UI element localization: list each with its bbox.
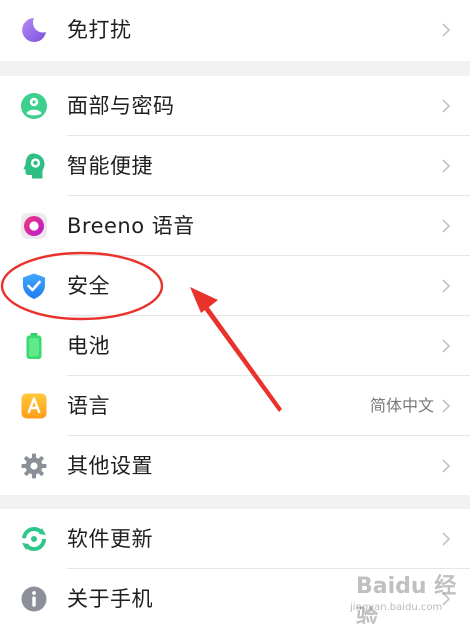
settings-item-smart-convenient[interactable]: 智能便捷 [0,136,470,196]
settings-item-security[interactable]: 安全 [0,256,470,316]
settings-group-top: 免打扰 [0,0,470,61]
chevron-right-icon [442,99,451,113]
settings-item-label: 电池 [67,334,110,358]
chevron-right-icon [442,459,451,473]
chevron-right-icon [442,219,451,233]
shield-check-icon [23,273,45,299]
smart-head-icon [23,153,45,179]
settings-item-label: 其他设置 [67,454,153,478]
update-icon [22,527,46,551]
settings-group-system: 软件更新 关于手机 [0,509,470,624]
settings-item-label: 软件更新 [67,527,153,551]
settings-item-label: 智能便捷 [67,154,153,178]
settings-item-language[interactable]: 语言 简体中文 [0,376,470,436]
settings-item-label: 免打扰 [67,18,132,42]
settings-item-value: 简体中文 [369,396,434,415]
chevron-right-icon [442,339,451,353]
settings-item-do-not-disturb[interactable]: 免打扰 [0,0,470,60]
settings-item-label: 面部与密码 [67,94,175,118]
chevron-right-icon [442,23,451,37]
settings-page: 免打扰 面部与密码 智能便捷 Breeno 语音 安全 电池 语言 简体中文 其… [0,0,470,624]
gear-icon [21,453,47,479]
settings-item-label: 安全 [67,274,110,298]
chevron-right-icon [442,159,451,173]
info-icon [21,586,47,612]
chevron-right-icon [442,399,451,413]
settings-item-other-settings[interactable]: 其他设置 [0,436,470,496]
settings-item-battery[interactable]: 电池 [0,316,470,376]
battery-icon [26,333,42,359]
settings-item-label: 语言 [67,394,110,418]
settings-item-about-phone[interactable]: 关于手机 [0,569,470,624]
settings-group-main: 面部与密码 智能便捷 Breeno 语音 安全 电池 语言 简体中文 其他设置 [0,76,470,495]
breeno-ring-icon [21,213,47,239]
settings-item-breeno-voice[interactable]: Breeno 语音 [0,196,470,256]
settings-item-software-update[interactable]: 软件更新 [0,509,470,569]
language-a-icon [21,393,47,419]
settings-item-face-password[interactable]: 面部与密码 [0,76,470,136]
chevron-right-icon [442,532,451,546]
settings-item-label: 关于手机 [67,587,153,611]
settings-item-label: Breeno 语音 [67,214,195,238]
face-lock-icon [21,93,47,119]
moon-icon [22,18,46,42]
chevron-right-icon [442,279,451,293]
chevron-right-icon [442,592,451,606]
